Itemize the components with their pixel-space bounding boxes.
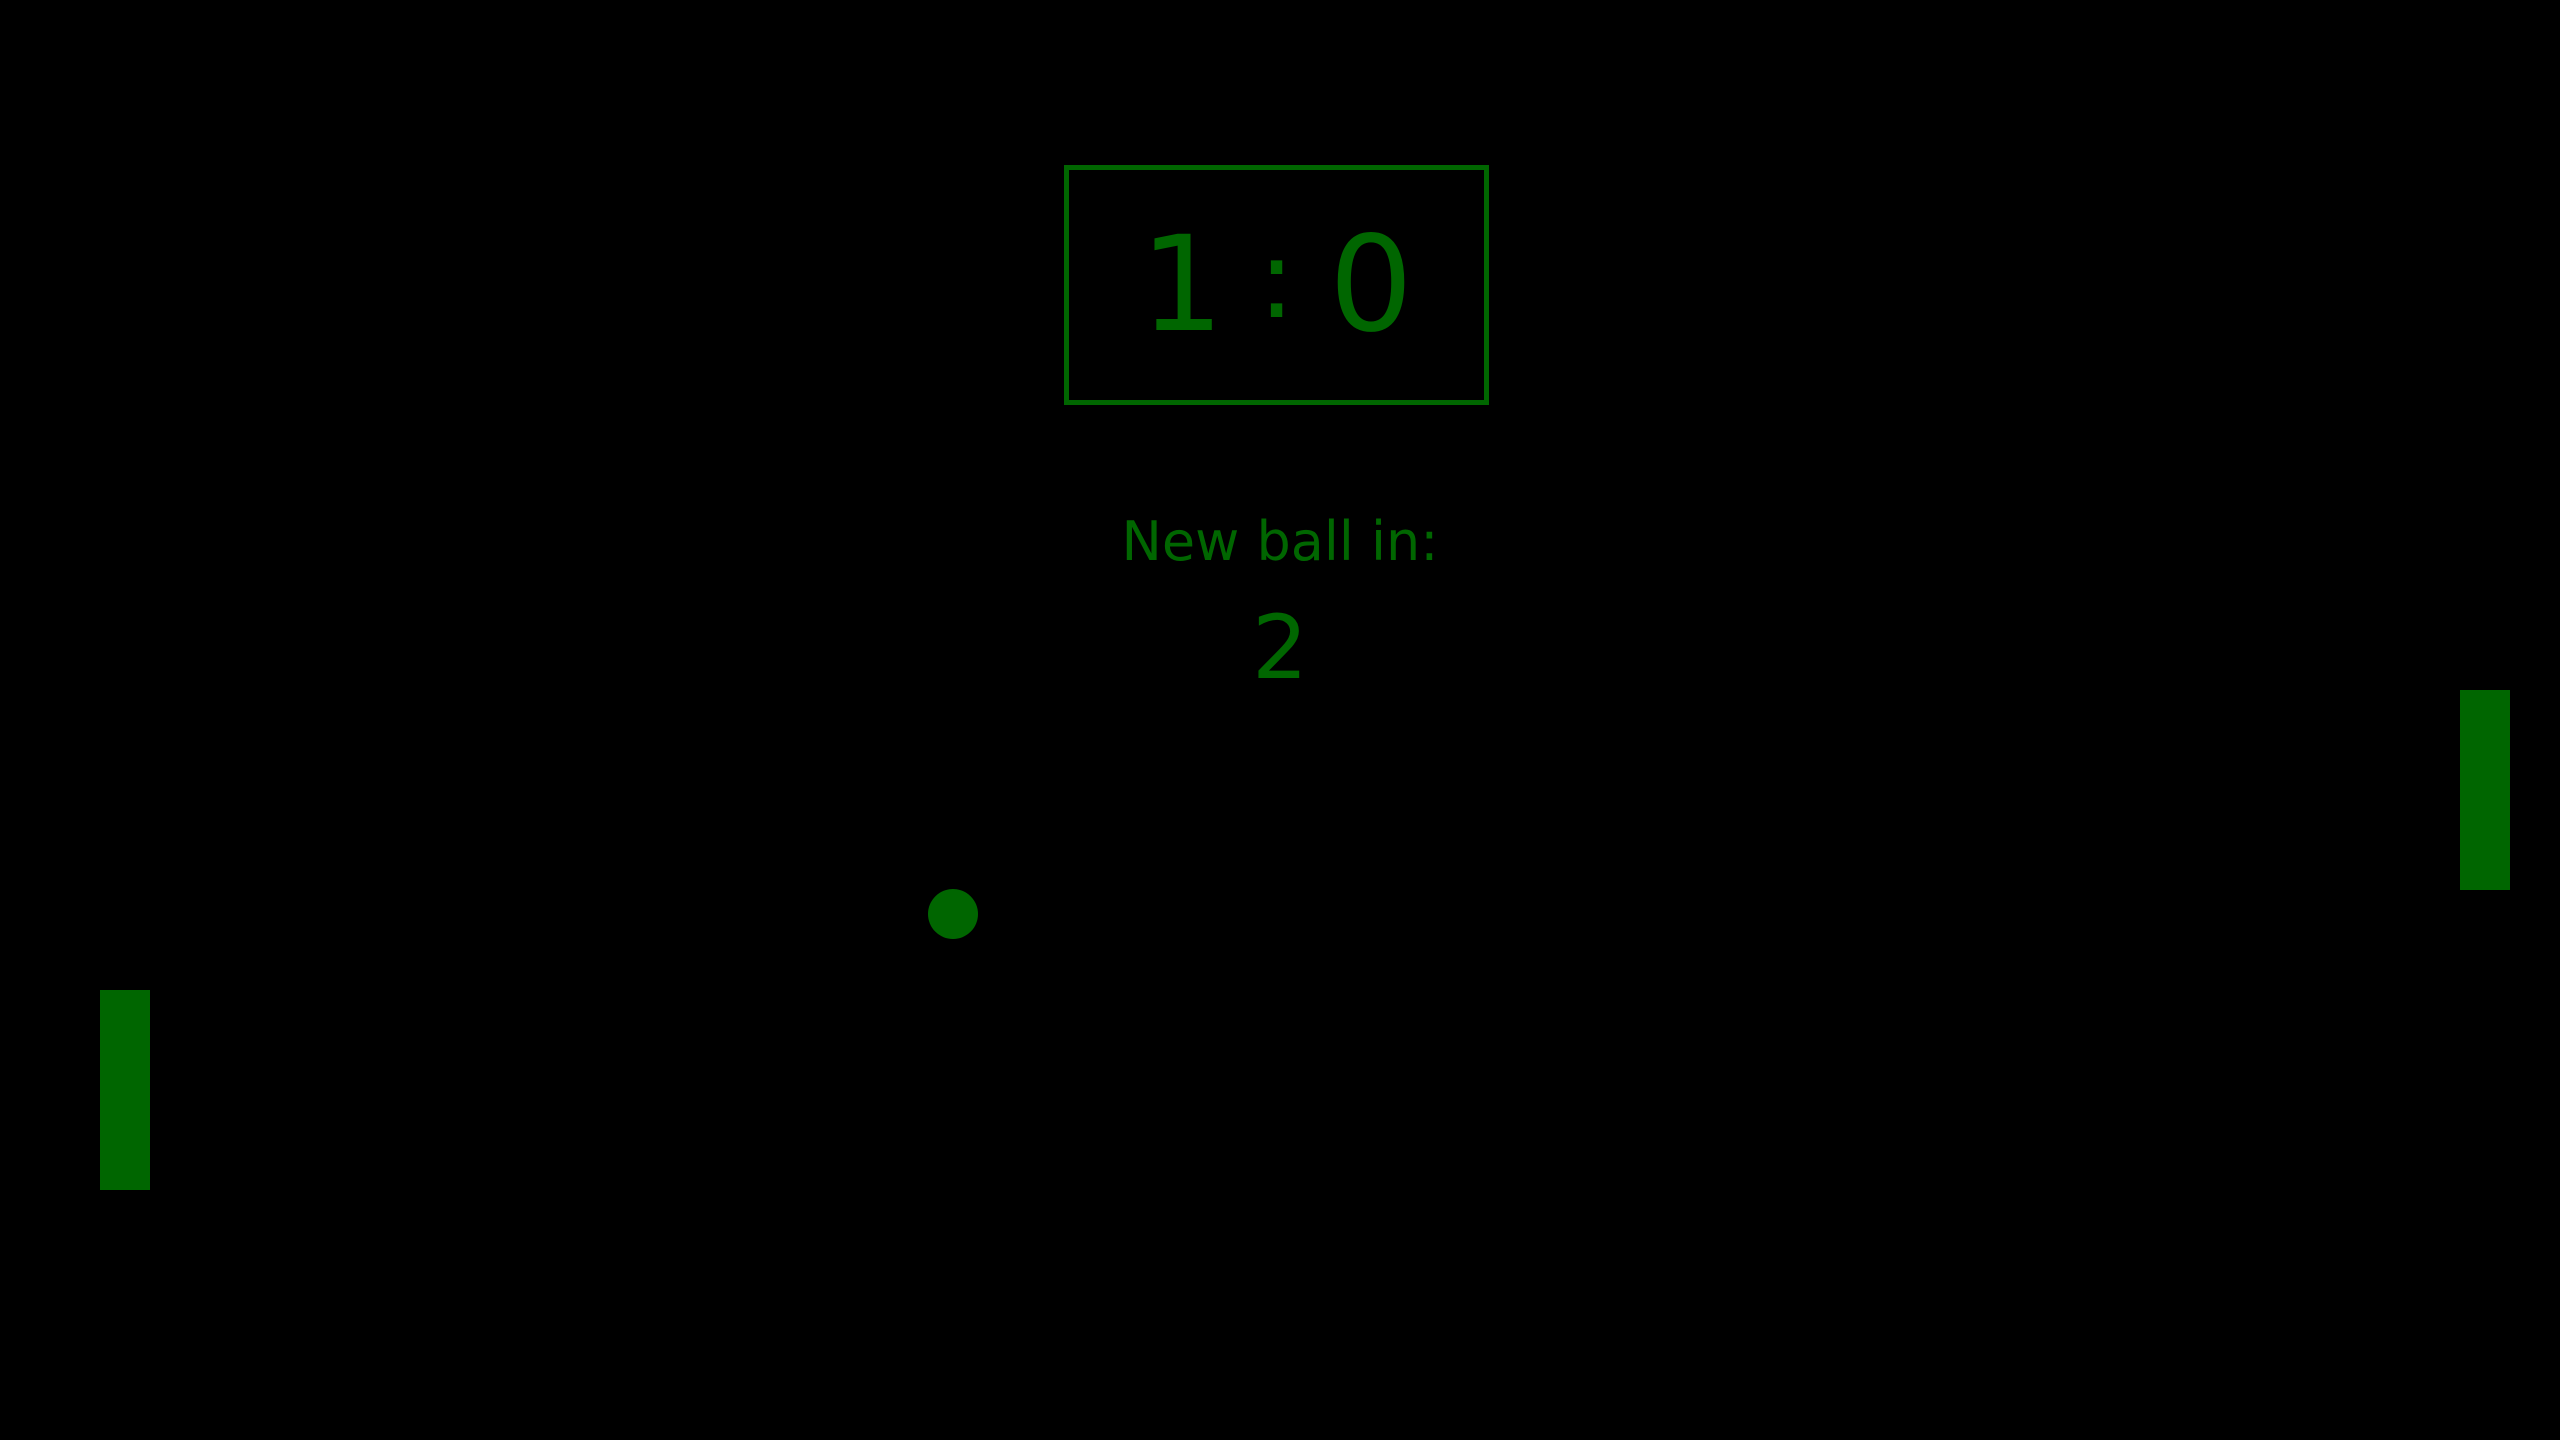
right-player-score: 0 [1329, 208, 1414, 362]
right-paddle [2460, 690, 2510, 890]
left-paddle[interactable] [100, 990, 150, 1190]
scoreboard: 1 : 0 [1064, 165, 1489, 405]
pong-game-canvas[interactable]: 1 : 0 New ball in: 2 [0, 0, 2560, 1440]
ball [928, 889, 978, 939]
score-separator: : [1257, 215, 1296, 343]
new-ball-countdown-label: New ball in: [1121, 510, 1439, 573]
new-ball-countdown-value: 2 [1252, 596, 1308, 699]
left-player-score: 1 [1139, 208, 1224, 362]
